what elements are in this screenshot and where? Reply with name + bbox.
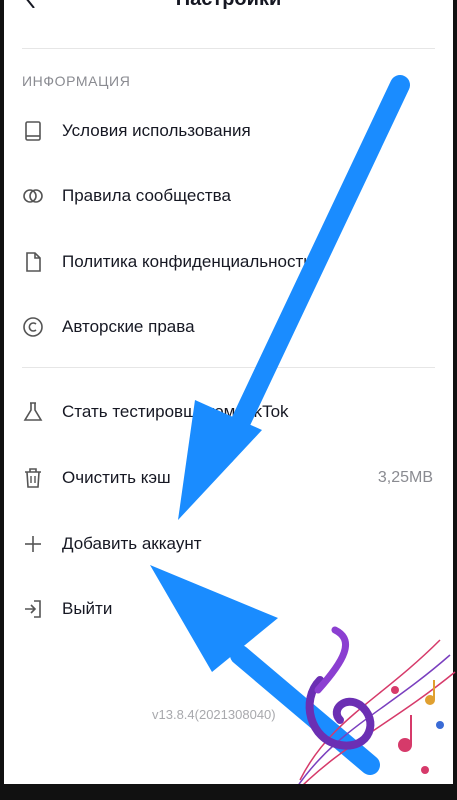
section-label-info: ИНФОРМАЦИЯ xyxy=(22,73,131,89)
menu-item-privacy[interactable]: Политика конфиденциальности xyxy=(0,237,457,287)
divider xyxy=(22,48,435,49)
bottom-frame xyxy=(0,784,457,800)
menu-item-label: Условия использования xyxy=(62,121,251,140)
trash-icon xyxy=(25,468,41,488)
menu-item-label: Политика конфиденциальности xyxy=(62,252,313,271)
menu-item-label: Выйти xyxy=(62,599,113,618)
menu-item-community[interactable]: Правила сообщества xyxy=(0,171,457,221)
music-decoration-icon xyxy=(289,626,456,799)
menu-item-label: Стать тестировщиком TikTok xyxy=(62,402,289,421)
menu-item-beta-tester[interactable]: Стать тестировщиком TikTok xyxy=(0,387,457,437)
plus-icon xyxy=(25,536,41,552)
menu-item-copyright[interactable]: Авторские права xyxy=(0,302,457,352)
menu-item-label: Добавить аккаунт xyxy=(62,534,202,553)
menu-item-logout[interactable]: Выйти xyxy=(0,584,457,634)
menu-item-label: Очистить кэш xyxy=(62,468,171,487)
menu-item-clear-cache[interactable]: Очистить кэш 3,25MB xyxy=(0,453,457,503)
logout-icon xyxy=(25,600,41,618)
cache-size-value: 3,25MB xyxy=(377,469,433,486)
menu-item-label: Авторские права xyxy=(62,317,195,336)
flask-icon xyxy=(23,402,43,421)
copyright-icon xyxy=(23,317,43,337)
page-title: Настройки xyxy=(0,0,457,11)
document-icon xyxy=(26,252,41,272)
book-icon xyxy=(25,121,41,141)
divider xyxy=(22,367,435,368)
community-icon xyxy=(23,189,43,203)
menu-item-label: Правила сообщества xyxy=(62,186,231,205)
header: Настройки xyxy=(0,0,457,18)
menu-item-terms[interactable]: Условия использования xyxy=(0,106,457,156)
menu-item-add-account[interactable]: Добавить аккаунт xyxy=(0,519,457,569)
app-version: v13.8.4(2021308040) xyxy=(152,707,276,722)
